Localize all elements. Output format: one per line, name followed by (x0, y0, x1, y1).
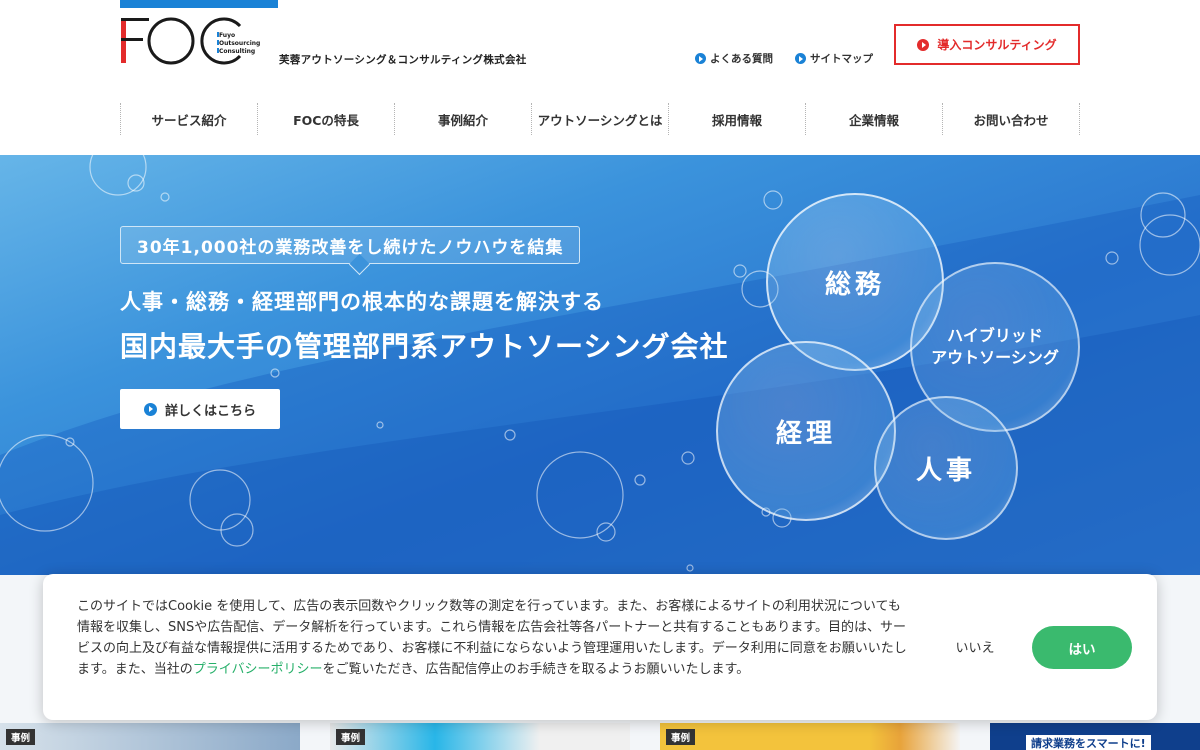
nav-item-contact[interactable]: お問い合わせ (942, 103, 1080, 135)
circle-arrow-icon (795, 53, 806, 64)
cookie-accept-button[interactable]: はい (1032, 626, 1132, 669)
sitemap-link[interactable]: サイトマップ (795, 51, 873, 66)
foc-logo-mark: Fuyo Outsourcing Consulting (121, 17, 260, 65)
nav-item-company[interactable]: 企業情報 (805, 103, 942, 135)
cookie-decline-button[interactable]: いいえ (943, 637, 1007, 656)
circle-arrow-icon (143, 402, 157, 416)
nav-item-features[interactable]: FOCの特長 (257, 103, 394, 135)
cookie-text-after: をご覧いただき、広告配信停止のお手続きを取るようお願いいたします。 (322, 662, 750, 677)
hero-title: 国内最大手の管理部門系アウトソーシング会社 (120, 330, 729, 363)
case-tag: 事例 (336, 729, 366, 745)
circle-human-resources: 人事 (874, 396, 1018, 540)
nav-item-recruit[interactable]: 採用情報 (668, 103, 805, 135)
logo-sub-3: Consulting (219, 48, 255, 55)
nav-item-about-outsourcing[interactable]: アウトソーシングとは (531, 103, 668, 135)
privacy-policy-link[interactable]: プライバシーポリシー (193, 662, 323, 677)
cookie-message: このサイトではCookie を使用して、広告の表示回数やクリック数等の測定を行っ… (77, 596, 907, 680)
nav-item-services[interactable]: サービス紹介 (120, 103, 257, 135)
circle-arrow-icon (917, 38, 930, 51)
hero-section: 30年1,000社の業務改善をし続けたノウハウを結集 人事・総務・経理部門の根本… (0, 155, 1200, 575)
logo-accent-bar (120, 0, 278, 8)
cta-label: 導入コンサルティング (937, 38, 1057, 52)
global-nav: サービス紹介 FOCの特長 事例紹介 アウトソーシングとは 採用情報 企業情報 … (120, 103, 1080, 135)
case-tag: 事例 (666, 729, 696, 745)
hero-speech-label: 30年1,000社の業務改善をし続けたノウハウを結集 (120, 226, 581, 264)
hero-subtitle: 人事・総務・経理部門の根本的な課題を解決する (120, 290, 604, 314)
case-tag: 事例 (6, 729, 36, 745)
faq-link-label: よくある質問 (710, 53, 773, 65)
hero-more-label: 詳しくはこちら (164, 403, 256, 419)
logo-sub-2: Outsourcing (219, 40, 260, 47)
company-name: 芙蓉アウトソーシング＆コンサルティング株式会社 (279, 54, 527, 66)
sitemap-link-label: サイトマップ (810, 53, 873, 65)
banner-card[interactable]: 請求業務をスマートに! (990, 723, 1200, 750)
logo-sub-1: Fuyo (219, 32, 235, 39)
hybrid-line-1: ハイブリッド (947, 326, 1043, 346)
foc-logo[interactable]: Fuyo Outsourcing Consulting (118, 12, 278, 67)
circle-accounting: 経理 (716, 341, 896, 521)
faq-link[interactable]: よくある質問 (695, 51, 773, 66)
cookie-consent-banner: このサイトではCookie を使用して、広告の表示回数やクリック数等の測定を行っ… (43, 574, 1157, 720)
case-card[interactable]: 事例 (0, 723, 300, 750)
hybrid-line-2: アウトソーシング (931, 348, 1059, 367)
circle-arrow-icon (695, 53, 706, 64)
case-card[interactable]: 事例 (660, 723, 960, 750)
consulting-cta-button[interactable]: 導入コンサルティング (894, 24, 1080, 65)
utility-links: よくある質問 サイトマップ (695, 51, 873, 66)
nav-item-cases[interactable]: 事例紹介 (394, 103, 531, 135)
case-card[interactable]: 事例 (330, 723, 630, 750)
site-header: Fuyo Outsourcing Consulting 芙蓉アウトソーシング＆コ… (0, 0, 1200, 155)
hero-more-button[interactable]: 詳しくはこちら (120, 389, 280, 429)
banner-card-text: 請求業務をスマートに! (1026, 735, 1151, 750)
